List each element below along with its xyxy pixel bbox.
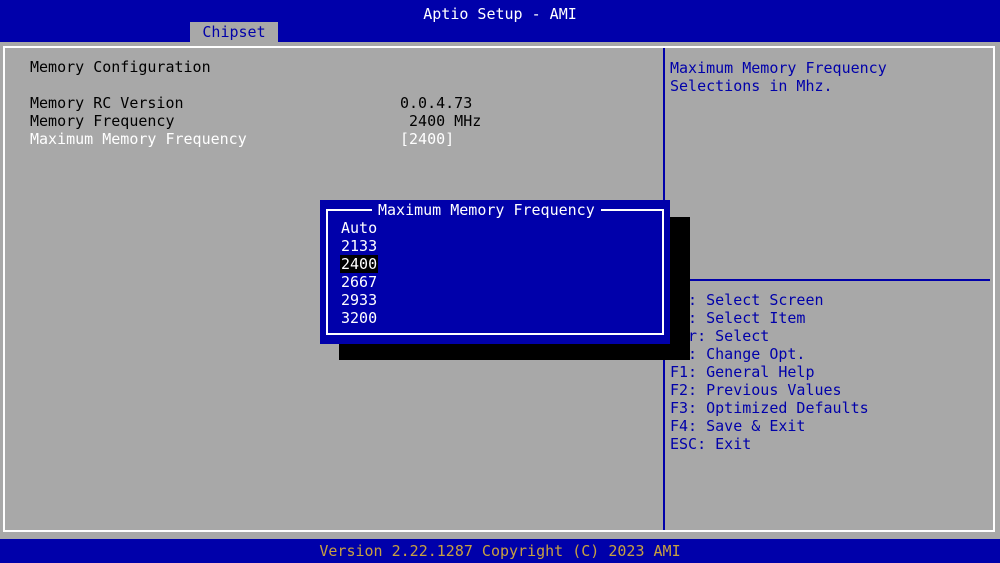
help-key-f2: F2: Previous Values [670, 381, 842, 399]
version-copyright: Version 2.22.1287 Copyright (C) 2023 AMI [319, 542, 681, 560]
help-key-f3: F3: Optimized Defaults [670, 399, 869, 417]
footer-bar: Version 2.22.1287 Copyright (C) 2023 AMI [0, 539, 1000, 563]
option-2667[interactable]: 2667 [340, 273, 378, 291]
help-key-change-opt: -: Change Opt. [670, 345, 806, 363]
frequency-popup: Maximum Memory Frequency Auto 2133 2400 … [320, 200, 670, 344]
help-key-select-screen: : Select Screen [670, 291, 824, 309]
memory-rc-version-label: Memory RC Version [30, 94, 184, 112]
memory-frequency-value: 2400 MHz [400, 112, 482, 130]
help-description-line1: Maximum Memory Frequency [670, 59, 887, 77]
option-2133[interactable]: 2133 [340, 237, 378, 255]
option-auto[interactable]: Auto [340, 219, 378, 237]
help-key-f4: F4: Save & Exit [670, 417, 806, 435]
help-separator [665, 279, 990, 281]
max-memory-frequency-value[interactable]: [2400] [400, 130, 454, 148]
help-description-line2: Selections in Mhz. [670, 77, 833, 95]
title-bar: Aptio Setup - AMI Chipset [0, 0, 1000, 42]
memory-rc-version-value: 0.0.4.73 [400, 94, 473, 112]
option-2400[interactable]: 2400 [340, 255, 379, 273]
tab-chipset[interactable]: Chipset [190, 22, 278, 42]
max-memory-frequency-label[interactable]: Maximum Memory Frequency [30, 130, 247, 148]
section-title: Memory Configuration [30, 58, 211, 76]
app-title: Aptio Setup - AMI [423, 5, 577, 23]
help-key-f1: F1: General Help [670, 363, 815, 381]
option-3200[interactable]: 3200 [340, 309, 378, 327]
help-key-esc: ESC: Exit [670, 435, 752, 453]
memory-frequency-label: Memory Frequency [30, 112, 175, 130]
popup-title: Maximum Memory Frequency [372, 201, 601, 219]
option-2933[interactable]: 2933 [340, 291, 378, 309]
help-key-select-item: : Select Item [670, 309, 806, 327]
